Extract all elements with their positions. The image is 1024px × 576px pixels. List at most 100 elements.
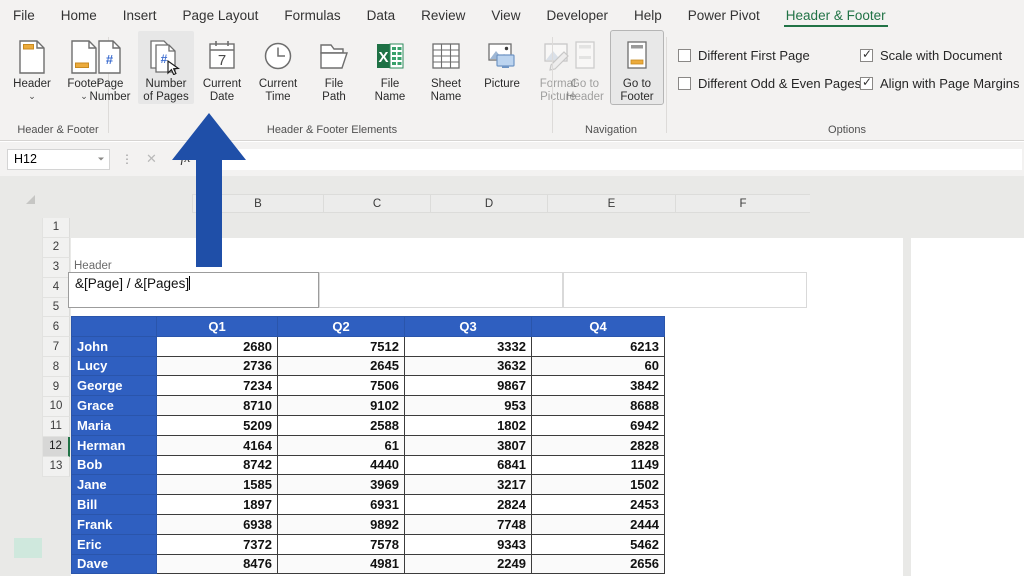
checkbox-different-first-page[interactable]	[678, 48, 691, 62]
column-header-b[interactable]: B	[192, 194, 323, 213]
sheet-name-button[interactable]: Sheet Name	[418, 31, 474, 104]
column-header-e[interactable]: E	[547, 194, 675, 213]
checkbox-align-with-page-margins[interactable]	[860, 75, 873, 90]
file-name-button[interactable]: X File Name	[362, 31, 418, 104]
table-cell-q4[interactable]: 6942	[531, 414, 665, 436]
row-header-8[interactable]: 8	[42, 357, 70, 378]
table-cell-q1[interactable]: 1897	[156, 494, 278, 515]
column-header-d[interactable]: D	[430, 194, 547, 213]
table-cell-q1[interactable]: 2736	[156, 355, 278, 377]
tab-review[interactable]: Review	[408, 0, 478, 31]
tab-formulas[interactable]: Formulas	[271, 0, 353, 31]
table-cell-q3[interactable]: 953	[404, 395, 532, 416]
table-cell-name[interactable]: Bill	[71, 494, 157, 515]
table-cell-q4[interactable]: 5462	[531, 533, 665, 555]
table-cell-q1[interactable]: 4164	[156, 434, 278, 456]
table-cell-q1[interactable]: 8742	[156, 454, 278, 476]
option-different-first-page[interactable]: Different First Page	[678, 41, 861, 69]
row-header-7[interactable]: 7	[42, 337, 70, 358]
name-box[interactable]: H12	[7, 148, 110, 170]
table-cell-q1[interactable]: 7372	[156, 533, 278, 555]
table-cell-q2[interactable]: 7578	[277, 533, 405, 555]
table-cell-q2[interactable]: 61	[277, 434, 405, 456]
column-header-f[interactable]: F	[675, 194, 810, 213]
table-cell-name[interactable]: George	[71, 375, 157, 397]
chevron-down-icon[interactable]: ⌄	[28, 92, 36, 101]
tab-insert[interactable]: Insert	[110, 0, 170, 31]
tab-developer[interactable]: Developer	[533, 0, 621, 31]
table-cell-q2[interactable]: 2588	[277, 414, 405, 436]
go-to-footer-button[interactable]: Go to Footer	[610, 30, 664, 105]
checkbox-scale-with-document[interactable]	[860, 47, 873, 62]
row-header-12[interactable]: 12	[42, 436, 70, 457]
number-of-pages-button[interactable]: # Number of Pages	[138, 31, 194, 104]
table-cell-name[interactable]: Grace	[71, 395, 157, 416]
table-cell-q2[interactable]: 7506	[277, 375, 405, 397]
table-cell-q4[interactable]: 3842	[531, 375, 665, 397]
row-header-2[interactable]: 2	[42, 237, 70, 258]
option-different-odd-even-pages[interactable]: Different Odd & Even Pages	[678, 69, 861, 97]
tab-page-layout[interactable]: Page Layout	[170, 0, 272, 31]
table-cell-q3[interactable]: 3217	[404, 474, 532, 496]
row-header-13[interactable]: 13	[42, 456, 70, 477]
option-align-with-page-margins[interactable]: Align with Page Margins	[860, 69, 1019, 97]
table-cell-q4[interactable]: 2453	[531, 494, 665, 515]
page-number-button[interactable]: # Page Number	[82, 31, 138, 104]
table-cell-q4[interactable]: 1502	[531, 474, 665, 496]
table-cell-q1[interactable]: 2680	[156, 335, 278, 357]
row-header-3[interactable]: 3	[42, 257, 70, 278]
table-cell-q4[interactable]: 8688	[531, 395, 665, 416]
table-cell-q3[interactable]: 3332	[404, 335, 532, 357]
table-cell-name[interactable]: Herman	[71, 434, 157, 456]
formula-bar-handle[interactable]: ⋮	[121, 153, 133, 165]
row-header-1[interactable]: 1	[42, 218, 70, 238]
formula-input[interactable]	[205, 148, 1022, 170]
table-cell-q3[interactable]: 9343	[404, 533, 532, 555]
table-cell-q3[interactable]: 3807	[404, 434, 532, 456]
row-header-9[interactable]: 9	[42, 377, 70, 398]
table-cell-q3[interactable]: 3632	[404, 355, 532, 377]
row-header-6[interactable]: 6	[42, 317, 70, 338]
table-cell-q2[interactable]: 6931	[277, 494, 405, 515]
header-button[interactable]: Header ⌄	[6, 31, 58, 101]
table-cell-name[interactable]: John	[71, 335, 157, 357]
chevron-down-icon[interactable]	[98, 157, 104, 161]
table-cell-name[interactable]: Jane	[71, 474, 157, 496]
table-cell-q2[interactable]: 3969	[277, 474, 405, 496]
table-cell-q4[interactable]: 6213	[531, 335, 665, 357]
table-cell-q3[interactable]: 9867	[404, 375, 532, 397]
table-cell-q2[interactable]: 4981	[277, 553, 405, 575]
tab-data[interactable]: Data	[354, 0, 409, 31]
checkbox-different-odd-even-pages[interactable]	[678, 76, 691, 90]
tab-file[interactable]: File	[0, 0, 48, 31]
table-cell-q4[interactable]: 2828	[531, 434, 665, 456]
header-center-box[interactable]	[319, 272, 563, 308]
table-cell-q4[interactable]: 60	[531, 355, 665, 377]
table-cell-name[interactable]: Lucy	[71, 355, 157, 377]
insert-function-icon[interactable]: fx	[178, 151, 193, 167]
row-header-11[interactable]: 11	[42, 416, 70, 437]
table-cell-q1[interactable]: 6938	[156, 513, 278, 535]
option-scale-with-document[interactable]: Scale with Document	[860, 41, 1019, 69]
table-cell-q1[interactable]: 8710	[156, 395, 278, 416]
table-cell-q3[interactable]: 7748	[404, 513, 532, 535]
header-right-box[interactable]	[563, 272, 807, 308]
column-header-c[interactable]: C	[323, 194, 430, 213]
table-cell-q1[interactable]: 1585	[156, 474, 278, 496]
table-cell-q1[interactable]: 5209	[156, 414, 278, 436]
table-cell-name[interactable]: Bob	[71, 454, 157, 476]
file-path-button[interactable]: File Path	[306, 31, 362, 104]
table-cell-q4[interactable]: 2444	[531, 513, 665, 535]
select-all-corner[interactable]	[0, 176, 42, 212]
row-header-4[interactable]: 4	[42, 277, 70, 298]
tab-power-pivot[interactable]: Power Pivot	[675, 0, 773, 31]
table-cell-q2[interactable]: 7512	[277, 335, 405, 357]
picture-button[interactable]: Picture	[474, 31, 530, 91]
table-cell-q4[interactable]: 1149	[531, 454, 665, 476]
tab-header-and-footer[interactable]: Header & Footer	[773, 0, 899, 31]
header-left-box[interactable]: &[Page] / &[Pages]	[68, 272, 319, 308]
table-cell-name[interactable]: Eric	[71, 533, 157, 555]
table-cell-q2[interactable]: 9102	[277, 395, 405, 416]
table-cell-q3[interactable]: 2824	[404, 494, 532, 515]
current-time-button[interactable]: Current Time	[250, 31, 306, 104]
